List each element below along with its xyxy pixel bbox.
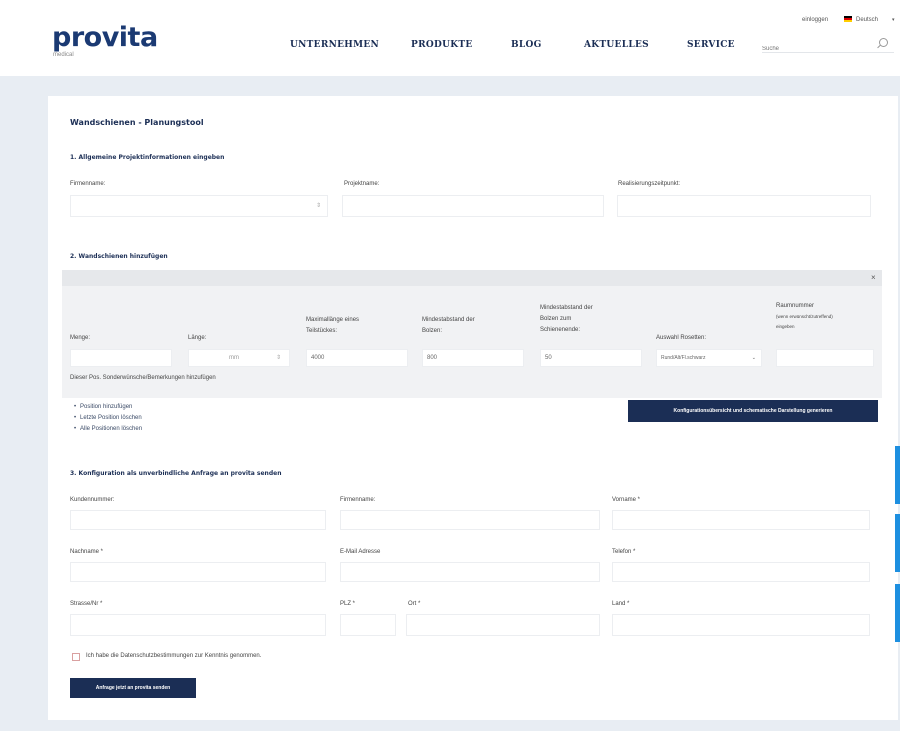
mindest-bolzen-input[interactable]: 800 <box>422 349 524 367</box>
delete-last-position-link[interactable]: Letzte Position löschen <box>74 415 142 421</box>
close-icon[interactable]: × <box>871 274 876 282</box>
firmenname-input[interactable] <box>70 195 328 217</box>
label-strasse: Strasse/Nr * <box>70 601 103 607</box>
side-tab-2[interactable] <box>895 514 900 572</box>
nav-service[interactable]: SERVICE <box>687 40 735 50</box>
chevron-down-icon[interactable]: ▾ <box>892 17 895 23</box>
projektname-input[interactable] <box>342 195 604 217</box>
laenge-unit: mm <box>229 355 239 361</box>
kundennummer-input[interactable] <box>70 510 326 530</box>
page-title: Wandschienen - Planungstool <box>70 118 204 127</box>
nav-unternehmen[interactable]: UNTERNEHMEN <box>290 40 379 50</box>
telefon-input[interactable] <box>612 562 870 582</box>
send-request-button[interactable]: Anfrage jetzt an provita senden <box>70 678 196 698</box>
plz-input[interactable] <box>340 614 396 636</box>
section3-heading: 3. Konfiguration als unverbindliche Anfr… <box>70 470 282 477</box>
german-flag-icon <box>844 16 852 22</box>
label-kundennummer: Kundennummer: <box>70 497 115 503</box>
menge-input[interactable] <box>70 349 172 367</box>
firmenname-kontakt-input[interactable] <box>340 510 600 530</box>
nav-aktuelles[interactable]: AKTUELLES <box>584 40 649 50</box>
label-max-laenge-1: Maximallänge eines <box>306 317 360 323</box>
raumnummer-input[interactable] <box>776 349 874 367</box>
label-land: Land * <box>612 601 630 607</box>
label-mindest-schiene-3: Schienenende: <box>540 327 581 333</box>
label-mindest-schiene-2: Bolzen zum <box>540 316 572 322</box>
generate-overview-button[interactable]: Konfigurationsübersicht und schematische… <box>628 400 878 422</box>
chevron-down-icon: ⌄ <box>751 355 756 361</box>
label-firmenname-kontakt: Firmenname: <box>340 497 376 503</box>
side-tab-3[interactable] <box>895 584 900 642</box>
strasse-input[interactable] <box>70 614 326 636</box>
side-tab-1[interactable] <box>895 446 900 504</box>
label-mindest-bolzen-2: Bolzen: <box>422 328 443 334</box>
login-link[interactable]: einloggen <box>802 17 828 23</box>
ort-input[interactable] <box>406 614 600 636</box>
label-telefon: Telefon * <box>612 549 636 555</box>
land-input[interactable] <box>612 614 870 636</box>
add-position-link[interactable]: Position hinzufügen <box>74 404 132 410</box>
remarks-link[interactable]: Dieser Pos. Sonderwünsche/Bemerkungen hi… <box>70 374 216 383</box>
privacy-checkbox[interactable] <box>72 653 80 661</box>
section2-heading: 2. Wandschienen hinzufügen <box>70 253 168 260</box>
vorname-input[interactable] <box>612 510 870 530</box>
label-realisierung: Realisierungszeitpunkt: <box>618 181 681 187</box>
label-firmenname: Firmenname: <box>70 181 106 187</box>
label-vorname: Vorname * <box>612 497 641 503</box>
site-header: provita medical UNTERNEHMEN PRODUKTE BLO… <box>0 0 900 76</box>
label-email: E-Mail Adresse <box>340 549 381 555</box>
language-selector[interactable]: Deutsch <box>856 17 878 23</box>
privacy-consent-label: Ich habe die Datenschutzbestimmungen zur… <box>86 653 262 659</box>
search-box <box>762 37 894 56</box>
label-menge: Menge: <box>70 335 91 341</box>
label-mindest-schiene-1: Mindestabstand der <box>540 305 593 311</box>
search-input[interactable] <box>762 42 872 56</box>
label-ort: Ort * <box>408 601 421 607</box>
mindest-schiene-input[interactable]: 50 <box>540 349 642 367</box>
section1-heading: 1. Allgemeine Projektinformationen einge… <box>70 154 225 161</box>
stepper-icon[interactable]: ⇕ <box>316 203 321 209</box>
label-mindest-bolzen-1: Mindestabstand der <box>422 317 475 323</box>
logo-subtitle: medical <box>53 52 74 58</box>
delete-all-positions-link[interactable]: Alle Positionen löschen <box>74 426 142 432</box>
rosetten-select[interactable]: Rund/Alt/Fl.schwarz ⌄ <box>656 349 762 367</box>
email-input[interactable] <box>340 562 600 582</box>
label-nachname: Nachname * <box>70 549 104 555</box>
provita-logo[interactable]: provita <box>52 24 158 51</box>
stepper-icon[interactable]: ⇕ <box>276 355 281 361</box>
label-laenge: Länge: <box>188 335 207 341</box>
label-rosetten: Auswahl Rosetten: <box>656 335 707 341</box>
label-plz: PLZ * <box>340 601 356 607</box>
nachname-input[interactable] <box>70 562 326 582</box>
label-max-laenge-2: Teilstückes: <box>306 328 338 334</box>
label-raum-hint-2: eingeben <box>776 324 795 329</box>
nav-produkte[interactable]: PRODUKTE <box>411 40 473 50</box>
search-icon[interactable] <box>879 38 888 47</box>
panel-header-bar <box>62 270 882 286</box>
realisierung-input[interactable] <box>617 195 871 217</box>
label-projektname: Projektname: <box>344 181 380 187</box>
label-raumnummer: Raumnummer <box>776 303 815 309</box>
max-laenge-input[interactable]: 4000 <box>306 349 408 367</box>
nav-blog[interactable]: BLOG <box>511 40 542 50</box>
laenge-input[interactable]: mm <box>188 349 290 367</box>
label-raum-hint-1: (wenn erwünscht/zutreffend) <box>776 314 833 319</box>
